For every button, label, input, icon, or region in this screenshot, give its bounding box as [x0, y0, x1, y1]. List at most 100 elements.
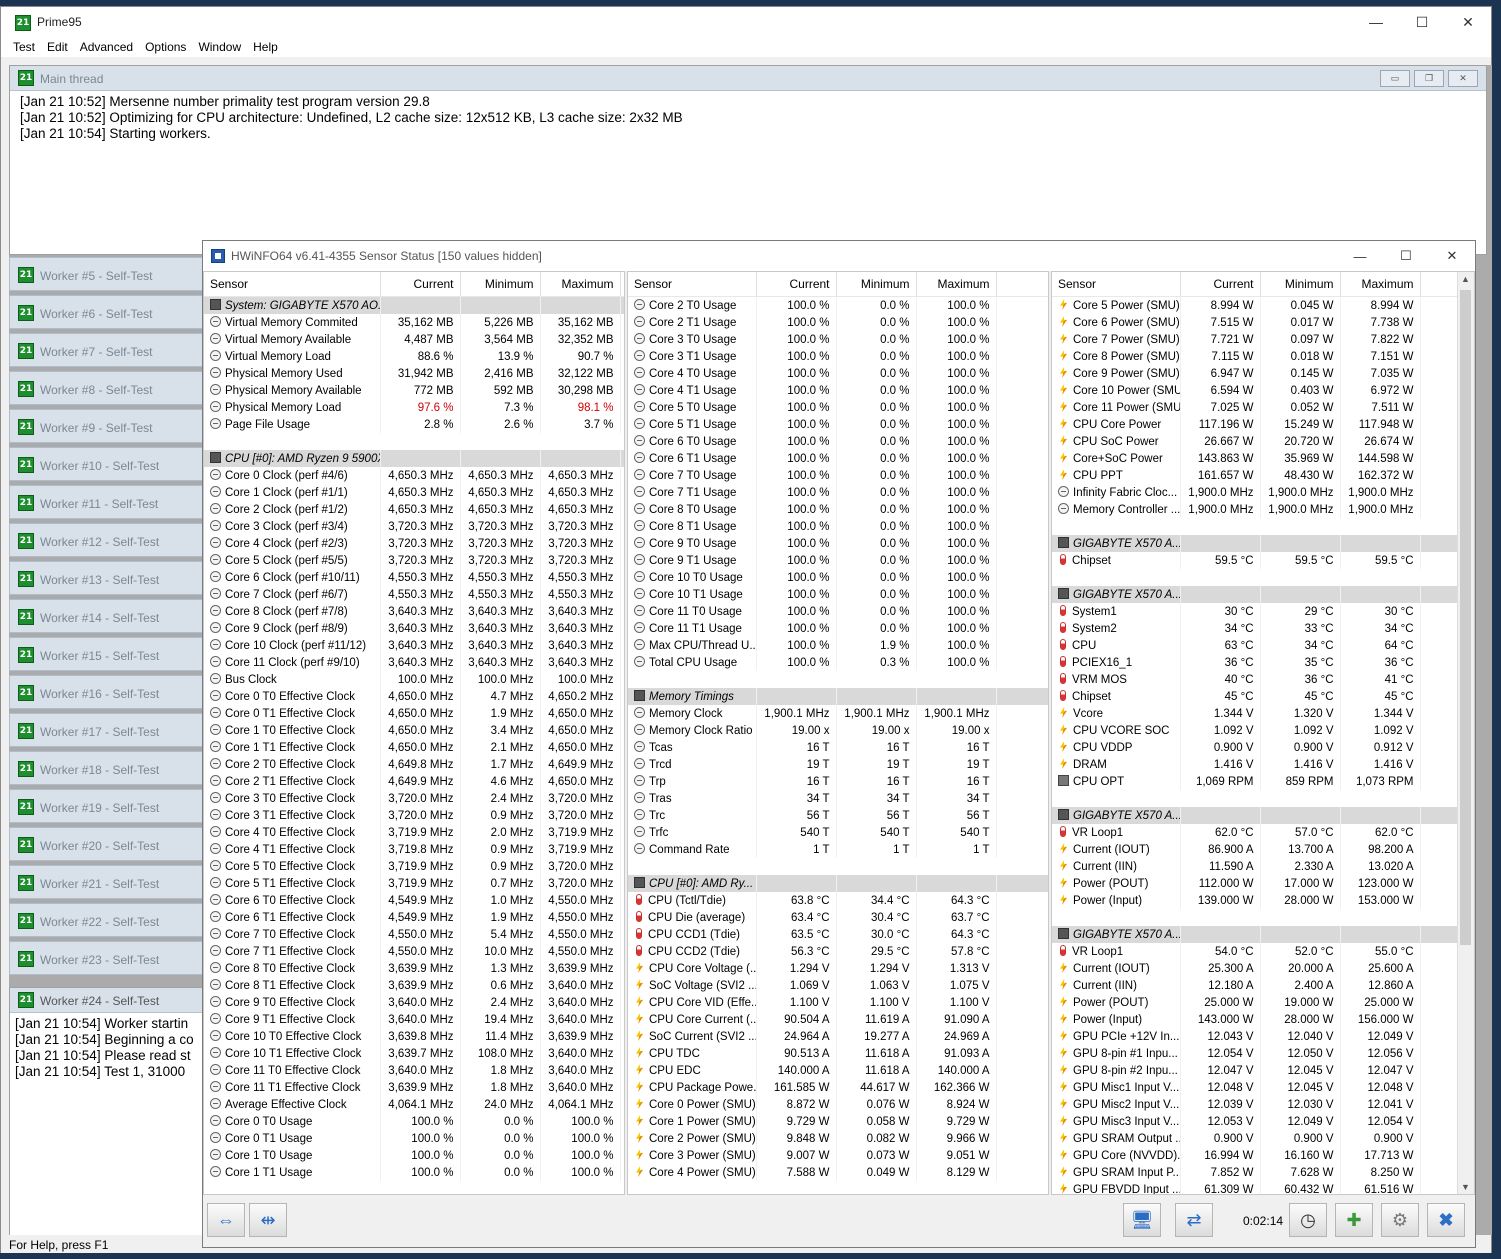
worker-window[interactable]: 21 Worker #6 - Self-Test [9, 295, 209, 329]
sensor-row[interactable]: GPU Misc3 Input V... 12.053 V 12.049 V 12.0… [1052, 1113, 1460, 1130]
sensor-row[interactable]: Core 2 Power (SMU) 9.848 W 0.082 W 9.966 W [628, 1130, 1048, 1147]
worker-window[interactable]: 21 Worker #10 - Self-Test [9, 447, 209, 481]
sensor-row[interactable]: Core 0 T0 Effective Clock 4,650.0 MHz 4.7 … [204, 688, 624, 705]
vertical-scrollbar[interactable]: ▲ ▼ [1457, 272, 1474, 1194]
sensor-panel-3[interactable]: Sensor Current Minimum Maximum Core 5 Power … [1051, 271, 1475, 1195]
sensor-row[interactable]: VRM MOS 40 °C 36 °C 41 °C [1052, 671, 1460, 688]
sensor-row[interactable]: DRAM 1.416 V 1.416 V 1.416 V [1052, 756, 1460, 773]
worker-window[interactable]: 21 Worker #9 - Self-Test [9, 409, 209, 443]
sensor-row[interactable]: CPU Core Current (... 90.504 A 11.619 A 91.… [628, 1011, 1048, 1028]
sensor-row[interactable]: Trc 56 T 56 T 56 T [628, 807, 1048, 824]
sensor-row[interactable]: Core 4 T1 Effective Clock 3,719.8 MHz 0.9 … [204, 841, 624, 858]
sensor-group-header[interactable]: System: GIGABYTE X570 AO... [204, 296, 624, 314]
sensor-row[interactable]: Core 1 T0 Usage 100.0 % 0.0 % 100.0 % [204, 1147, 624, 1164]
sensor-row[interactable]: Core 4 Clock (perf #2/3) 3,720.3 MHz 3,720… [204, 535, 624, 552]
worker-window[interactable]: 21 Worker #18 - Self-Test [9, 751, 209, 785]
sensor-row[interactable]: CPU CCD2 (Tdie) 56.3 °C 29.5 °C 57.8 °C [628, 943, 1048, 960]
sensor-row[interactable]: Core 8 Clock (perf #7/8) 3,640.3 MHz 3,640… [204, 603, 624, 620]
sensor-row[interactable]: CPU CCD1 (Tdie) 63.5 °C 30.0 °C 64.3 °C [628, 926, 1048, 943]
network-button[interactable]: ⇄ [1175, 1203, 1213, 1237]
sensor-row[interactable]: Core 1 T1 Usage 100.0 % 0.0 % 100.0 % [204, 1164, 624, 1181]
menu-help[interactable]: Help [247, 37, 284, 54]
sensor-row[interactable]: GPU 8-pin #1 Inpu... 12.054 V 12.050 V 12.0… [1052, 1045, 1460, 1062]
worker-window[interactable]: 21 Worker #23 - Self-Test [9, 941, 209, 975]
sensor-group-header[interactable]: Memory Timings [628, 688, 1048, 705]
column-header-minimum[interactable]: Minimum [460, 272, 541, 297]
column-header-current[interactable]: Current [1180, 272, 1261, 297]
sensor-row[interactable]: SoC Voltage (SVI2 ... 1.069 V 1.063 V 1.075… [628, 977, 1048, 994]
sensor-row[interactable]: GPU FBVDD Input ... 61.309 W 60.432 W 61.51… [1052, 1181, 1460, 1194]
sensor-row[interactable]: Physical Memory Load 97.6 % 7.3 % 98.1 % [204, 399, 624, 416]
sensor-row[interactable]: CPU SoC Power 26.667 W 20.720 W 26.674 W [1052, 433, 1460, 450]
sensor-row[interactable]: Core 4 T0 Effective Clock 3,719.9 MHz 2.0 … [204, 824, 624, 841]
sensor-row[interactable]: GPU 8-pin #2 Inpu... 12.047 V 12.045 V 12.0… [1052, 1062, 1460, 1079]
sensor-row[interactable]: Trp 16 T 16 T 16 T [628, 773, 1048, 790]
sensor-row[interactable]: Core 10 T0 Usage 100.0 % 0.0 % 100.0 % [628, 569, 1048, 586]
sensor-row[interactable]: Tras 34 T 34 T 34 T [628, 790, 1048, 807]
sensor-row[interactable]: Core 11 T1 Effective Clock 3,639.9 MHz 1.8… [204, 1079, 624, 1096]
sensor-row[interactable]: Core 10 T1 Usage 100.0 % 0.0 % 100.0 % [628, 586, 1048, 603]
worker-window[interactable]: 21 Worker #14 - Self-Test [9, 599, 209, 633]
sensor-row[interactable]: Core 10 Clock (perf #11/12) 3,640.3 MHz 3,… [204, 637, 624, 654]
sensor-row[interactable]: Core 9 T1 Usage 100.0 % 0.0 % 100.0 % [628, 552, 1048, 569]
sensor-group-header[interactable]: CPU [#0]: AMD Ry... [628, 875, 1048, 892]
logging-button[interactable]: ✚ [1335, 1203, 1373, 1237]
sensor-row[interactable]: Chipset 45 °C 45 °C 45 °C [1052, 688, 1460, 705]
sensor-row[interactable]: CPU (Tctl/Tdie) 63.8 °C 34.4 °C 64.3 °C [628, 892, 1048, 909]
sensor-row[interactable]: Current (IIN) 11.590 A 2.330 A 13.020 A [1052, 858, 1460, 875]
sensor-row[interactable]: Core 8 T0 Effective Clock 3,639.9 MHz 1.3 … [204, 960, 624, 977]
menu-edit[interactable]: Edit [41, 37, 74, 54]
sensor-row[interactable]: Physical Memory Available 772 MB 592 MB 30,… [204, 382, 624, 399]
sensor-row[interactable]: Core 4 T0 Usage 100.0 % 0.0 % 100.0 % [628, 365, 1048, 382]
sensor-row[interactable]: Virtual Memory Available 4,487 MB 3,564 MB… [204, 331, 624, 348]
sensor-row[interactable]: CPU OPT 1,069 RPM 859 RPM 1,073 RPM [1052, 773, 1460, 790]
sensor-row[interactable]: Current (IOUT) 86.900 A 13.700 A 98.200 A [1052, 841, 1460, 858]
menu-window[interactable]: Window [192, 37, 247, 54]
sensor-row[interactable]: Core 11 Power (SMU) 7.025 W 0.052 W 7.511 W [1052, 399, 1460, 416]
column-header-current[interactable]: Current [756, 272, 837, 297]
sensor-row[interactable]: Core 2 Clock (perf #1/2) 4,650.3 MHz 4,650… [204, 501, 624, 518]
sensor-row[interactable]: VR Loop1 54.0 °C 52.0 °C 55.0 °C [1052, 943, 1460, 960]
sensor-row[interactable]: SoC Current (SVI2 ... 24.964 A 19.277 A 24.… [628, 1028, 1048, 1045]
column-header-sensor[interactable]: Sensor [1052, 272, 1181, 297]
sensor-row[interactable]: Page File Usage 2.8 % 2.6 % 3.7 % [204, 416, 624, 433]
menu-test[interactable]: Test [1, 37, 41, 54]
child-restore-button[interactable]: ❐ [1414, 70, 1444, 87]
column-header-minimum[interactable]: Minimum [1260, 272, 1341, 297]
sensor-row[interactable]: Core 1 Power (SMU) 9.729 W 0.058 W 9.729 W [628, 1113, 1048, 1130]
sensor-row[interactable]: Core 3 Power (SMU) 9.007 W 0.073 W 9.051 W [628, 1147, 1048, 1164]
exit-button[interactable]: ✖ [1427, 1203, 1465, 1237]
sensor-row[interactable]: Core 3 T0 Usage 100.0 % 0.0 % 100.0 % [628, 331, 1048, 348]
sensor-row[interactable]: Core 5 T0 Effective Clock 3,719.9 MHz 0.9 … [204, 858, 624, 875]
column-header-sensor[interactable]: Sensor [204, 272, 381, 297]
sensor-row[interactable]: Core 3 T0 Effective Clock 3,720.0 MHz 2.4 … [204, 790, 624, 807]
sensor-row[interactable]: Power (POUT) 112.000 W 17.000 W 123.000 W [1052, 875, 1460, 892]
sensor-panel-2[interactable]: Sensor Current Minimum Maximum Core 2 T0 Usa… [627, 271, 1049, 1195]
sensor-row[interactable]: GPU PCIe +12V In... 12.043 V 12.040 V 12.04… [1052, 1028, 1460, 1045]
sensor-row[interactable]: Average Effective Clock 4,064.1 MHz 24.0 M… [204, 1096, 624, 1113]
sensor-row[interactable]: Core 4 T1 Usage 100.0 % 0.0 % 100.0 % [628, 382, 1048, 399]
hwinfo-minimize-button[interactable]: — [1337, 241, 1383, 271]
sensor-row[interactable]: Core 0 T1 Usage 100.0 % 0.0 % 100.0 % [204, 1130, 624, 1147]
sensor-row[interactable]: Core 5 T1 Effective Clock 3,719.9 MHz 0.7 … [204, 875, 624, 892]
sensor-row[interactable]: VR Loop1 62.0 °C 57.0 °C 62.0 °C [1052, 824, 1460, 841]
worker-window[interactable]: 21 Worker #19 - Self-Test [9, 789, 209, 823]
sensor-row[interactable]: Core 10 T1 Effective Clock 3,639.7 MHz 108… [204, 1045, 624, 1062]
sensor-row[interactable]: Core 11 T0 Usage 100.0 % 0.0 % 100.0 % [628, 603, 1048, 620]
column-header-maximum[interactable]: Maximum [916, 272, 997, 297]
main-thread-window[interactable]: 21 Main thread ▭ ❐ ✕ [Jan 21 10:52] Mers… [9, 65, 1487, 255]
sensor-row[interactable]: Max CPU/Thread U... 100.0 % 1.9 % 100.0 % [628, 637, 1048, 654]
hwinfo-window[interactable]: HWiNFO64 v6.41-4355 Sensor Status [150 v… [202, 240, 1476, 1248]
sensor-row[interactable]: Core 5 Clock (perf #5/5) 3,720.3 MHz 3,720… [204, 552, 624, 569]
clock-reset-button[interactable]: ◷ [1289, 1203, 1327, 1237]
worker-window[interactable]: 21 Worker #21 - Self-Test [9, 865, 209, 899]
sensor-group-header[interactable]: GIGABYTE X570 A... [1052, 926, 1460, 943]
sensor-row[interactable]: Trfc 540 T 540 T 540 T [628, 824, 1048, 841]
sensor-row[interactable]: GPU Misc1 Input V... 12.048 V 12.045 V 12.0… [1052, 1079, 1460, 1096]
sensor-row[interactable]: Core 1 T1 Effective Clock 4,650.0 MHz 2.1 … [204, 739, 624, 756]
minimize-button[interactable]: — [1353, 7, 1399, 37]
sensor-row[interactable]: Virtual Memory Load 88.6 % 13.9 % 90.7 % [204, 348, 624, 365]
scrollbar-thumb[interactable] [1460, 290, 1471, 945]
sensor-row[interactable]: Core 1 T0 Effective Clock 4,650.0 MHz 3.4 … [204, 722, 624, 739]
hwinfo-maximize-button[interactable]: ☐ [1383, 241, 1429, 271]
